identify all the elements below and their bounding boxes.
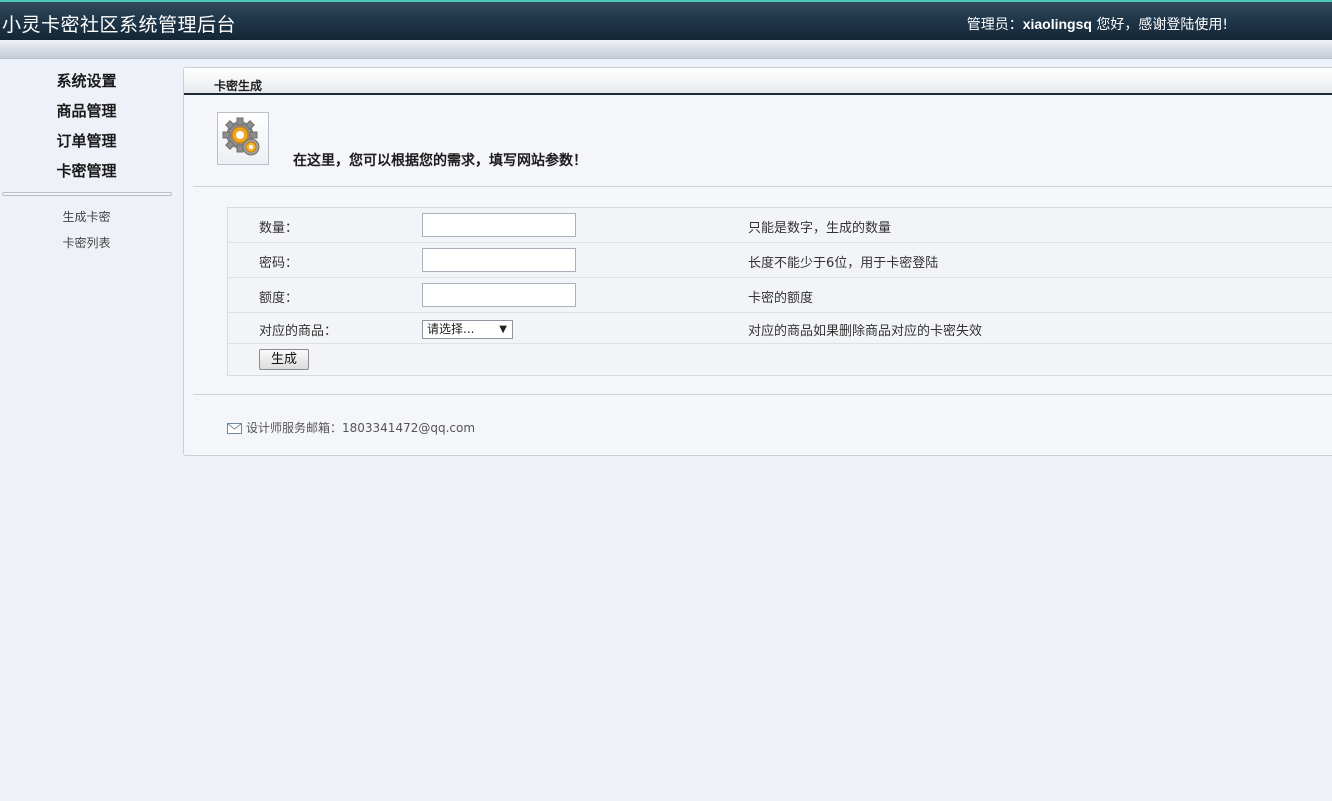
card-generate-form: 数量： 只能是数字，生成的数量 密码： 长度不能少于6位，用于卡密登陆 额度： … [227,207,1332,376]
admin-name: xiaolingsq [1022,16,1092,32]
sidebar: 系统设置 商品管理 订单管理 卡密管理 生成卡密 卡密列表 [0,70,173,256]
password-input[interactable] [422,248,576,272]
password-hint: 长度不能少于6位，用于卡密登陆 [748,256,939,271]
quantity-hint: 只能是数字，生成的数量 [748,221,892,236]
app-title: 小灵卡密社区系统管理后台 [2,14,237,36]
amount-hint: 卡密的额度 [748,291,814,306]
form-row-quantity: 数量： 只能是数字，生成的数量 [228,208,1332,243]
form-row-password: 密码： 长度不能少于6位，用于卡密登陆 [228,243,1332,278]
admin-greeting: 管理员：xiaolingsq 您好，感谢登陆使用! [967,14,1228,34]
quantity-input[interactable] [422,213,576,237]
footer-contact: 设计师服务邮箱：1803341472@qq.com [227,419,475,437]
divider-bottom [193,394,1332,395]
amount-label: 额度： [259,291,299,306]
admin-suffix: 您好，感谢登陆使用! [1091,17,1228,33]
sidebar-subitem-card-list[interactable]: 卡密列表 [0,230,173,256]
intro-text: 在这里，您可以根据您的需求，填写网站参数！ [293,153,587,169]
password-label: 密码： [259,256,299,271]
product-select-value: 请选择... [427,322,475,336]
mail-icon [227,423,242,437]
sidebar-subitem-generate-cards[interactable]: 生成卡密 [0,204,173,230]
sidebar-item-order-management[interactable]: 订单管理 [0,130,173,160]
divider-top [193,186,1332,187]
generate-button[interactable]: 生成 [259,349,309,370]
product-label: 对应的商品： [259,324,338,339]
gear-icon [217,112,269,165]
sidebar-item-card-management[interactable]: 卡密管理 [0,160,173,190]
chevron-down-icon: ▼ [499,324,507,335]
sidebar-item-product-management[interactable]: 商品管理 [0,100,173,130]
sidebar-item-system-settings[interactable]: 系统设置 [0,70,173,100]
form-row-amount: 额度： 卡密的额度 [228,278,1332,313]
designer-email: 设计师服务邮箱：1803341472@qq.com [246,421,476,435]
top-header: 小灵卡密社区系统管理后台 管理员：xiaolingsq 您好，感谢登陆使用! [0,0,1332,40]
form-row-submit: 生成 [228,344,1332,375]
product-select[interactable]: 请选择... ▼ [422,320,513,339]
quantity-label: 数量： [259,221,299,236]
product-hint: 对应的商品如果删除商品对应的卡密失效 [748,324,983,339]
admin-prefix: 管理员： [966,17,1023,33]
amount-input[interactable] [422,283,576,307]
form-row-product: 对应的商品： 请选择... ▼ 对应的商品如果删除商品对应的卡密失效 [228,313,1332,344]
main-panel: 卡密生成 在这里，您可以根据您的需求，填写网站参数！ 数量： 只能是数字，生成的… [183,67,1332,456]
header-subbar [0,40,1332,59]
panel-title: 卡密生成 [214,79,263,93]
panel-header: 卡密生成 [184,68,1332,95]
sidebar-divider [2,192,172,196]
